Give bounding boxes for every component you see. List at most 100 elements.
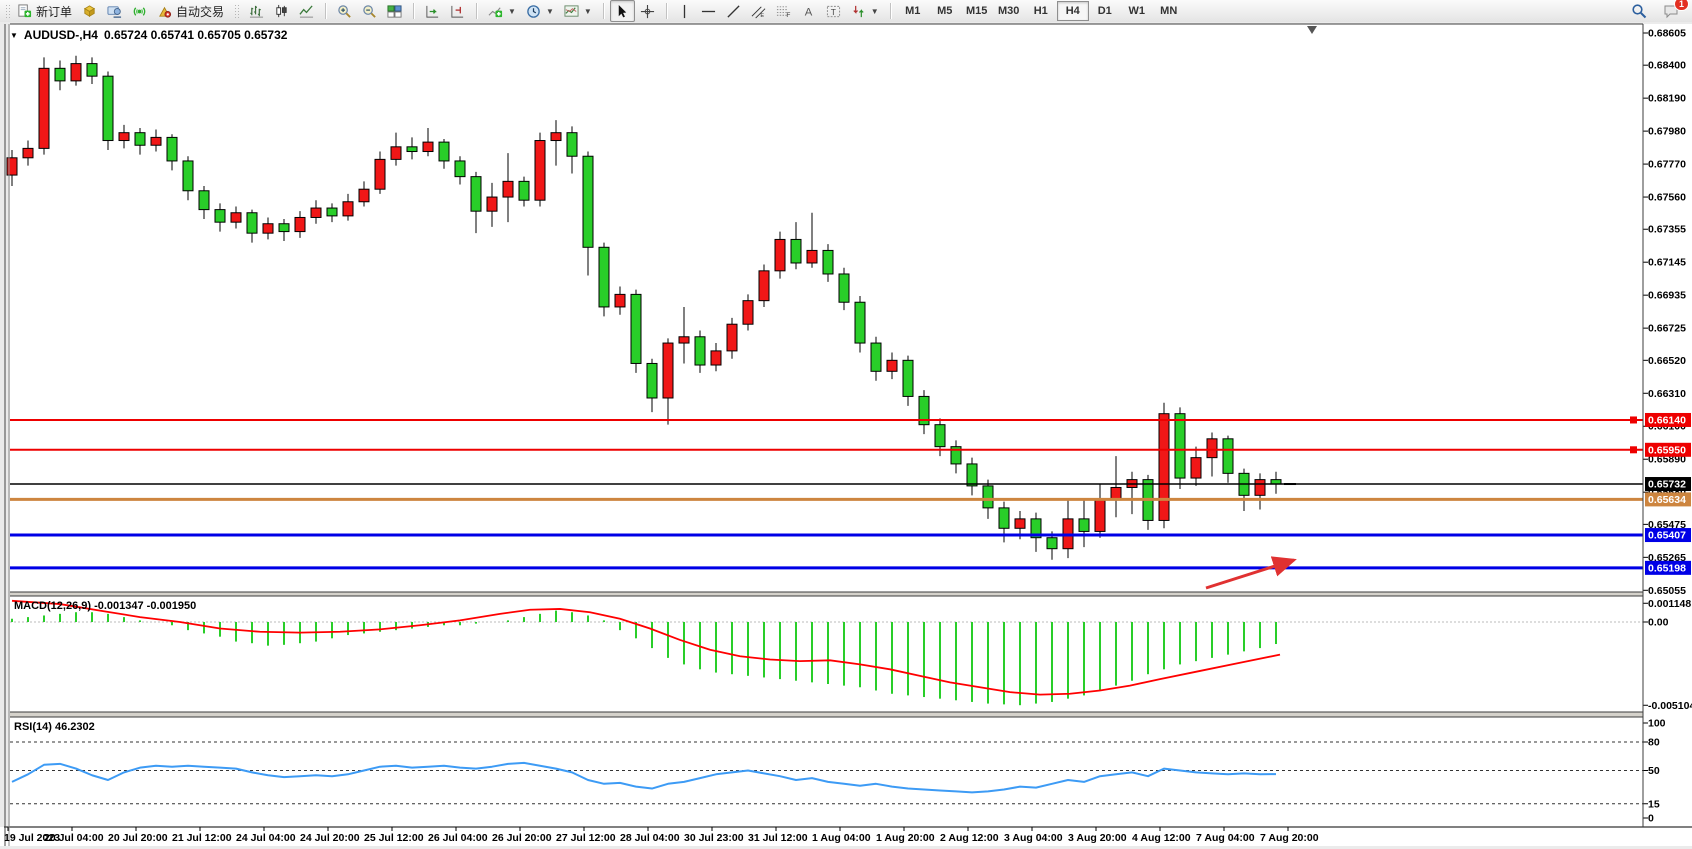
templates-button[interactable]: ▼: [559, 0, 597, 22]
svg-text:20 Jul 04:00: 20 Jul 04:00: [44, 832, 104, 844]
search-icon: [1631, 3, 1647, 19]
svg-text:0.001148: 0.001148: [1648, 598, 1691, 610]
timeframe-toolbar: M1M5M15M30H1H4D1W1MN: [894, 0, 1188, 22]
svg-text:28 Jul 04:00: 28 Jul 04:00: [620, 832, 680, 844]
main-toolbar: 新订单 自动交易: [0, 0, 1692, 23]
equidistant-channel-icon: E: [751, 4, 766, 19]
svg-text:20 Jul 20:00: 20 Jul 20:00: [108, 832, 168, 844]
timeframe-button-M5[interactable]: M5: [929, 1, 961, 21]
svg-text:15: 15: [1648, 798, 1660, 810]
arrows-icon: [851, 4, 866, 19]
svg-text:0.65950: 0.65950: [1648, 444, 1686, 456]
svg-text:0.66520: 0.66520: [1648, 355, 1686, 367]
vertical-line-icon: [678, 4, 691, 19]
notifications-button[interactable]: 1: [1658, 0, 1684, 22]
arrows-tool-button[interactable]: ▼: [846, 0, 884, 22]
timeframe-button-D1[interactable]: D1: [1089, 1, 1121, 21]
new-order-label: 新订单: [36, 3, 72, 20]
timeframe-button-W1[interactable]: W1: [1121, 1, 1153, 21]
svg-text:0.68605: 0.68605: [1648, 28, 1686, 40]
svg-text:50: 50: [1648, 765, 1660, 777]
svg-text:F: F: [786, 12, 790, 19]
autotrade-button[interactable]: 自动交易: [152, 0, 229, 22]
text-icon: A: [801, 4, 816, 19]
zoom-in-button[interactable]: [332, 0, 357, 22]
svg-text:0.66310: 0.66310: [1648, 388, 1686, 400]
search-button[interactable]: [1626, 0, 1652, 22]
timeframe-button-MN[interactable]: MN: [1153, 1, 1185, 21]
market-watch-button[interactable]: [102, 0, 127, 22]
favorites-button[interactable]: [77, 0, 102, 22]
svg-text:0.65732: 0.65732: [1648, 479, 1686, 491]
svg-text:0.65634: 0.65634: [1648, 494, 1686, 506]
line-chart-icon: [299, 4, 314, 19]
tile-windows-button[interactable]: [382, 0, 407, 22]
svg-text:0.65407: 0.65407: [1648, 530, 1686, 542]
svg-text:0.65055: 0.65055: [1648, 585, 1686, 597]
svg-text:0.66140: 0.66140: [1648, 414, 1686, 426]
trendline-tool-button[interactable]: [721, 0, 746, 22]
chevron-down-icon: ▼: [584, 7, 592, 16]
svg-text:1 Aug 20:00: 1 Aug 20:00: [876, 832, 935, 844]
svg-text:0.68400: 0.68400: [1648, 60, 1686, 72]
svg-text:31 Jul 12:00: 31 Jul 12:00: [748, 832, 808, 844]
bar-chart-button[interactable]: [244, 0, 269, 22]
chevron-down-icon: ▼: [871, 7, 879, 16]
svg-text:25 Jul 12:00: 25 Jul 12:00: [364, 832, 424, 844]
chart-shift-icon: [450, 4, 465, 19]
new-order-button[interactable]: 新订单: [12, 0, 77, 22]
svg-text:0.67560: 0.67560: [1648, 192, 1686, 204]
label-tool-button[interactable]: T: [821, 0, 846, 22]
timeframe-button-H4[interactable]: H4: [1057, 1, 1089, 21]
crosshair-tool-button[interactable]: [635, 0, 660, 22]
svg-text:24 Jul 04:00: 24 Jul 04:00: [236, 832, 296, 844]
indicators-button[interactable]: ▼: [483, 0, 521, 22]
candlestick-chart-icon: [274, 4, 289, 19]
svg-text:0.67355: 0.67355: [1648, 224, 1686, 236]
autotrade-label: 自动交易: [176, 3, 224, 20]
timeframe-button-M30[interactable]: M30: [993, 1, 1025, 21]
toolbar-grip[interactable]: [234, 4, 239, 18]
channel-tool-button[interactable]: E: [746, 0, 771, 22]
periods-button[interactable]: ▼: [521, 0, 559, 22]
bar-chart-icon: [249, 4, 264, 19]
svg-text:0.67770: 0.67770: [1648, 159, 1686, 171]
fibonacci-tool-button[interactable]: F: [771, 0, 796, 22]
svg-text:1 Aug 04:00: 1 Aug 04:00: [812, 832, 871, 844]
svg-text:30 Jul 23:00: 30 Jul 23:00: [684, 832, 744, 844]
template-icon: [564, 4, 579, 19]
timeframe-button-H1[interactable]: H1: [1025, 1, 1057, 21]
svg-text:100: 100: [1648, 718, 1666, 730]
horizontal-line-tool-button[interactable]: [696, 0, 721, 22]
svg-text:7 Aug 04:00: 7 Aug 04:00: [1196, 832, 1255, 844]
svg-text:0: 0: [1648, 813, 1654, 825]
svg-text:24 Jul 20:00: 24 Jul 20:00: [300, 832, 360, 844]
toolbar-grip[interactable]: [5, 4, 10, 18]
text-tool-button[interactable]: A: [796, 0, 821, 22]
chart-canvas[interactable]: 0.686050.684000.681900.679800.677700.675…: [0, 22, 1692, 849]
timeframe-button-M1[interactable]: M1: [897, 1, 929, 21]
auto-scroll-button[interactable]: [420, 0, 445, 22]
zoom-in-icon: [337, 4, 352, 19]
time-axis[interactable]: [8, 827, 1288, 831]
vertical-line-tool-button[interactable]: [673, 0, 696, 22]
signal-button[interactable]: [127, 0, 152, 22]
zoom-out-button[interactable]: [357, 0, 382, 22]
svg-text:T: T: [830, 6, 835, 16]
timeframe-button-M15[interactable]: M15: [961, 1, 993, 21]
svg-text:0.67145: 0.67145: [1648, 257, 1686, 269]
chart-shift-button[interactable]: [445, 0, 470, 22]
zoom-out-icon: [362, 4, 377, 19]
svg-text:A: A: [805, 6, 813, 18]
candlestick-chart-button[interactable]: [269, 0, 294, 22]
line-chart-button[interactable]: [294, 0, 319, 22]
svg-text:0.66935: 0.66935: [1648, 290, 1686, 302]
cursor-icon: [615, 4, 630, 19]
cube-icon: [82, 4, 97, 19]
svg-text:E: E: [760, 13, 764, 19]
cursor-tool-button[interactable]: [610, 0, 635, 22]
chart-area: 0.686050.684000.681900.679800.677700.675…: [0, 22, 1692, 849]
svg-text:7 Aug 20:00: 7 Aug 20:00: [1260, 832, 1319, 844]
auto-scroll-icon: [425, 4, 440, 19]
svg-text:0.66725: 0.66725: [1648, 323, 1686, 335]
